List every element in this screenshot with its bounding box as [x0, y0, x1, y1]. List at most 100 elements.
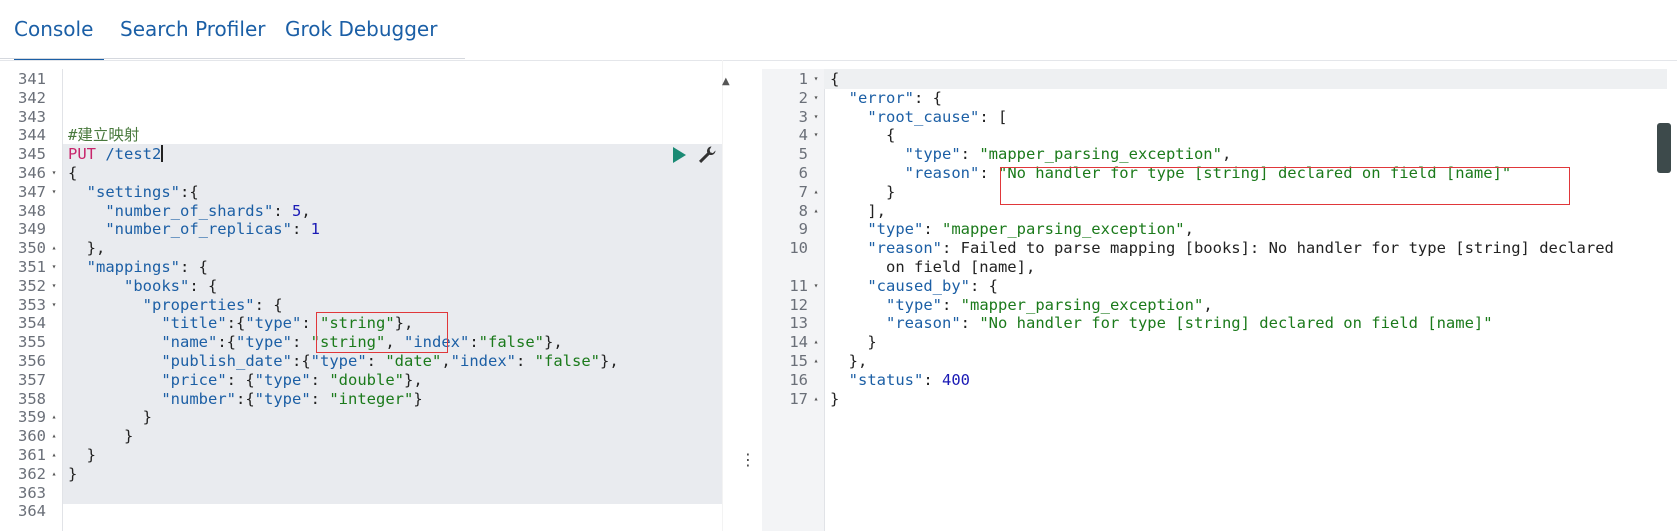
code-text: ], [830, 201, 886, 220]
code-text: "properties": { [142, 295, 283, 314]
code-text: } [68, 408, 152, 427]
fold-down-icon[interactable]: ▾ [49, 163, 59, 183]
line-number: 349 [18, 220, 46, 239]
request-line: 346 ▾ { [0, 163, 725, 183]
code-text: "books": { [124, 276, 218, 295]
code-text: "status": 400 [848, 370, 970, 389]
code-text: } [830, 389, 840, 408]
line-number: 355 [18, 333, 46, 352]
line-number: 350 [18, 239, 46, 258]
request-line: 344 #建立映射 [0, 125, 725, 145]
response-line: 3 ▾ "root_cause": [ [762, 107, 1667, 127]
scroll-up-icon[interactable]: ▲ [722, 76, 730, 87]
code-text: "type": "mapper_parsing_exception", [886, 295, 1213, 314]
fold-down-icon[interactable]: ▾ [811, 107, 821, 127]
response-line: 13 "reason": "No handler for type [strin… [762, 313, 1667, 333]
response-line: 16 "status": 400 [762, 370, 1667, 390]
vertical-ellipsis-icon[interactable]: ⋮ [740, 450, 756, 469]
fold-up-icon[interactable]: ▴ [49, 407, 59, 427]
panel-divider [722, 60, 723, 531]
code-text: } [68, 427, 134, 446]
fold-up-icon[interactable]: ▴ [811, 201, 821, 221]
code-text: "caused_by": { [867, 276, 998, 295]
code-text: "type": "mapper_parsing_exception", [867, 220, 1194, 239]
line-number: 348 [18, 201, 46, 220]
request-line: 351 ▾ "mappings": { [0, 257, 725, 277]
request-line: 357 "price": {"type": "double"}, [0, 370, 725, 390]
fold-down-icon[interactable]: ▾ [49, 182, 59, 202]
request-line: 364 [0, 501, 725, 521]
code-text: "reason": "No handler for type [string] … [886, 314, 1493, 333]
response-line: 9 "type": "mapper_parsing_exception", [762, 219, 1667, 239]
response-line: 2 ▾ "error": { [762, 88, 1667, 108]
line-number: 2 [798, 88, 808, 107]
request-editor[interactable]: 341 342 343 344 #建立映射 345 PUT /test2 346 ▾{347 ▾ … [0, 69, 725, 531]
request-line: 358 "number":{"type": "integer"} [0, 389, 725, 409]
line-number: 12 [789, 295, 808, 314]
line-number: 347 [18, 182, 46, 201]
fold-up-icon[interactable]: ▴ [49, 238, 59, 258]
fold-up-icon[interactable]: ▴ [49, 445, 59, 465]
code-text: "root_cause": [ [867, 107, 1008, 126]
request-line: 356 "publish_date":{"type": "date","inde… [0, 351, 725, 371]
code-text: } [830, 182, 896, 201]
code-text: } [68, 446, 96, 464]
fold-up-icon[interactable]: ▴ [811, 182, 821, 202]
fold-down-icon[interactable]: ▾ [811, 88, 821, 108]
line-number: 363 [18, 483, 46, 502]
tab-grok-debugger[interactable]: Grok Debugger [285, 0, 437, 58]
response-line: 12 "type": "mapper_parsing_exception", [762, 295, 1667, 315]
fold-down-icon[interactable]: ▾ [811, 69, 821, 89]
fold-up-icon[interactable]: ▴ [811, 351, 821, 371]
code-text: "number_of_shards": 5, [105, 201, 311, 220]
line-number: 1 [798, 70, 808, 88]
code-text: "publish_date":{"type": "date","index": … [161, 352, 619, 370]
code-text: { [830, 126, 896, 145]
fold-down-icon[interactable]: ▾ [49, 276, 59, 296]
line-number: 14 [789, 333, 808, 352]
request-line: 360 ▴ } [0, 426, 725, 446]
request-line: 352 ▾ "books": { [0, 276, 725, 296]
fold-up-icon[interactable]: ▴ [811, 332, 821, 352]
request-line: 341 [0, 69, 725, 89]
fold-down-icon[interactable]: ▾ [811, 125, 821, 145]
fold-down-icon[interactable]: ▾ [811, 276, 821, 296]
code-text: "error": { [848, 88, 942, 107]
line-number: 6 [798, 164, 808, 182]
line-number: 9 [798, 220, 808, 239]
code-text: "settings":{ [86, 182, 199, 201]
code-text: "mappings": { [86, 258, 208, 276]
code-text: #建立映射 [68, 126, 140, 145]
code-text: { [68, 164, 78, 182]
line-number: 5 [798, 145, 808, 164]
tab-search-profiler[interactable]: Search Profiler [120, 0, 265, 58]
request-line: 343 [0, 107, 725, 127]
code-text: }, [68, 239, 106, 258]
line-number: 345 [18, 145, 46, 164]
request-line: 342 [0, 88, 725, 108]
request-line: 348 "number_of_shards": 5, [0, 201, 725, 221]
line-number: 10 [789, 239, 808, 258]
line-number: 356 [18, 352, 46, 370]
scrollbar-thumb[interactable] [1657, 123, 1671, 173]
response-line: 17 ▴} [762, 389, 1667, 409]
request-line: 349 "number_of_replicas": 1 [0, 219, 725, 239]
line-number: 364 [18, 502, 46, 521]
tab-console[interactable]: Console [14, 0, 104, 60]
request-line: 350 ▴ }, [0, 238, 725, 258]
request-line: 362 ▴} [0, 464, 725, 484]
line-number: 8 [798, 201, 808, 220]
code-text: { [830, 70, 840, 88]
fold-up-icon[interactable]: ▴ [49, 464, 59, 484]
request-line: 363 [0, 483, 725, 503]
play-icon[interactable] [673, 147, 686, 163]
line-number: 13 [789, 314, 808, 333]
response-line: 1 ▾ { [762, 69, 1667, 89]
request-line: 361 ▴ } [0, 445, 725, 465]
fold-down-icon[interactable]: ▾ [49, 295, 59, 315]
wrench-icon[interactable] [697, 145, 717, 165]
fold-down-icon[interactable]: ▾ [49, 257, 59, 277]
line-number: 17 [789, 389, 808, 408]
fold-up-icon[interactable]: ▴ [49, 426, 59, 446]
fold-up-icon[interactable]: ▴ [811, 389, 821, 409]
